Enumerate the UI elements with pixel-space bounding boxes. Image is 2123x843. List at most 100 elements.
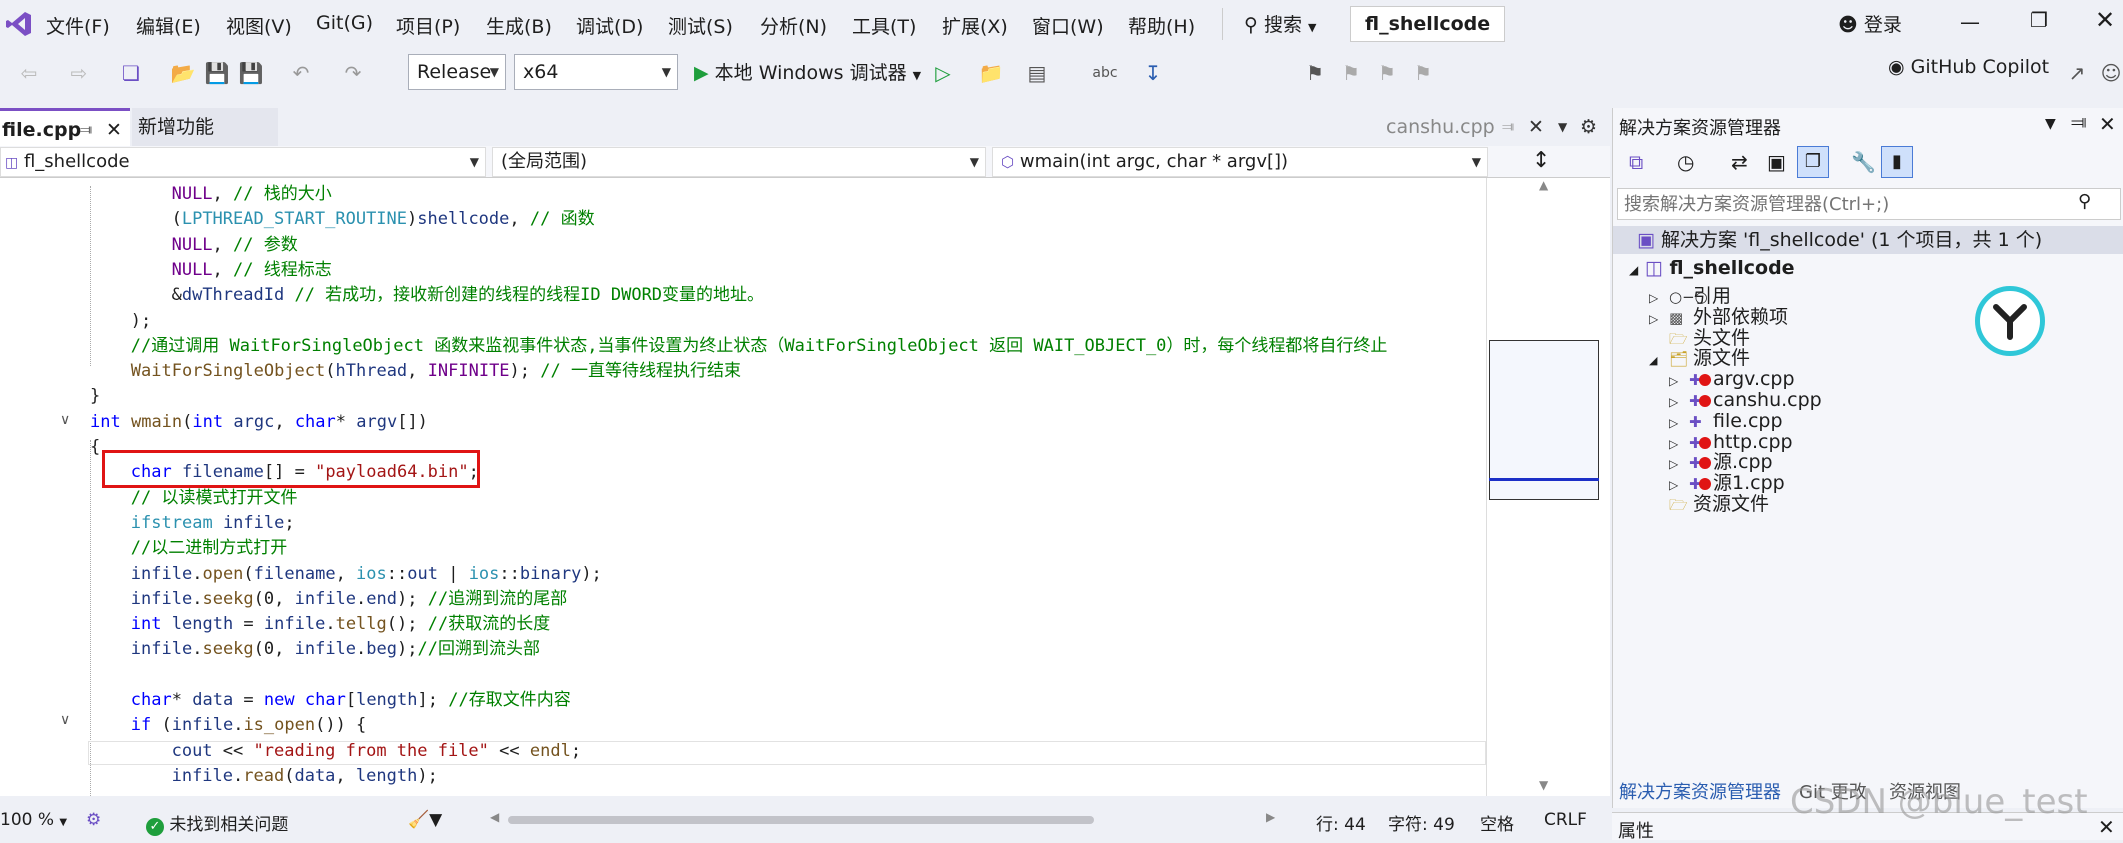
tab-canshu-cpp[interactable]: canshu.cpp ⫥ ✕ ▼ ⚙	[1380, 108, 1610, 146]
menu-item[interactable]: Git(G)	[316, 12, 373, 34]
project-node[interactable]: ◢ ◫ fl_shellcode	[1629, 254, 1795, 282]
panel-toolbar: ⧉ ◷ ⇄ ▣ ❐ 🔧 ▮	[1619, 146, 2119, 182]
forward-icon[interactable]: ⇨	[66, 60, 92, 86]
save-icon[interactable]: 💾	[204, 60, 230, 86]
menu-item[interactable]: 分析(N)	[760, 12, 827, 39]
scroll-left-icon[interactable]: ◀	[490, 810, 499, 824]
switch-views-icon[interactable]: ⧉	[1629, 150, 1643, 174]
vs-logo-icon[interactable]	[6, 10, 32, 38]
configuration-select[interactable]: Release ▼	[408, 54, 506, 90]
menu-item[interactable]: 文件(F)	[46, 12, 110, 39]
code-token: //获取流的长度	[427, 614, 551, 635]
close-icon[interactable]: ✕	[1528, 108, 1544, 146]
feedback-icon[interactable]: ☺	[2098, 60, 2123, 86]
solution-search-input[interactable]	[1618, 189, 2058, 219]
tree-item[interactable]: 🗁 资源文件	[1649, 490, 1769, 518]
pin-icon[interactable]: ⫥	[80, 111, 92, 149]
save-all-icon[interactable]: 💾	[238, 60, 264, 86]
code-cleanup-icon[interactable]: 🧹▼	[408, 810, 442, 830]
pin-icon[interactable]: ⫥	[2071, 112, 2087, 133]
minimap-viewport[interactable]	[1489, 340, 1599, 500]
copilot-button[interactable]: ◉ GitHub Copilot	[1888, 56, 2049, 78]
minimap-scrollbar[interactable]: ▲ ▼	[1486, 178, 1610, 796]
bookmark-icon[interactable]: ⚑	[1302, 60, 1328, 86]
issues-indicator[interactable]: ✓ 未找到相关问题	[146, 810, 288, 836]
panel-menu-icon[interactable]: ▼	[2045, 116, 2056, 132]
spaces-indicator[interactable]: 空格	[1480, 810, 1514, 835]
assistant-logo-icon[interactable]	[1975, 286, 2045, 356]
solution-search-box[interactable]: ⚲	[1617, 188, 2121, 220]
horizontal-scrollbar[interactable]: ◀ ▶	[490, 810, 1275, 828]
spell-check-icon[interactable]: abc	[1092, 60, 1118, 86]
search-icon[interactable]: ⚲	[2078, 191, 2091, 212]
split-editor-icon[interactable]: ↕	[1532, 148, 1550, 173]
menu-item[interactable]: 帮助(H)	[1128, 12, 1195, 39]
bookmark-next-icon[interactable]: ⚑	[1374, 60, 1400, 86]
code-token: // 若成功，接收新创建的线程的线程ID DWORD变量的地址。	[294, 285, 765, 306]
close-icon[interactable]: ✕	[2099, 112, 2116, 136]
chevron-down-icon[interactable]: ▼	[1558, 108, 1567, 146]
layout-icon[interactable]: ▤	[1024, 60, 1050, 86]
code-token: infile	[130, 563, 193, 584]
undo-icon[interactable]: ↶	[288, 60, 314, 86]
chevron-down-icon[interactable]: ◢	[1649, 347, 1669, 375]
properties-icon[interactable]: 🔧	[1851, 150, 1876, 174]
menu-item[interactable]: 项目(P)	[396, 12, 460, 39]
code-token: infile	[171, 765, 234, 786]
start-without-debugging-icon[interactable]: ▷	[930, 60, 956, 86]
close-window-button[interactable]: ✕	[2095, 6, 2115, 34]
collapse-all-icon[interactable]: ▣	[1767, 150, 1786, 174]
minimize-button[interactable]: —	[1960, 10, 1980, 34]
new-project-icon[interactable]: ❏	[118, 60, 144, 86]
close-icon[interactable]: ✕	[2098, 815, 2115, 839]
open-folder-icon[interactable]: 📂	[170, 60, 196, 86]
menu-item[interactable]: 调试(D)	[576, 12, 643, 39]
share-icon[interactable]: ↗	[2064, 60, 2090, 86]
scroll-down-icon[interactable]: ▼	[1539, 778, 1548, 792]
show-all-files-icon[interactable]: ❐	[1797, 146, 1829, 178]
menu-item[interactable]: 工具(T)	[852, 12, 916, 39]
history-icon[interactable]: ◷	[1677, 150, 1694, 174]
menu-item[interactable]: 编辑(E)	[136, 12, 201, 39]
search-button[interactable]: ⚲ 搜索 ▼	[1244, 10, 1317, 37]
tab-new-features[interactable]: 新增功能	[132, 108, 278, 146]
login-button[interactable]: ☻ 登录	[1838, 10, 1902, 37]
close-icon[interactable]: ✕	[106, 111, 122, 149]
nav-project-select[interactable]: ◫ fl_shellcode ▼	[0, 147, 486, 177]
char-indicator[interactable]: 字符: 49	[1388, 810, 1455, 835]
sync-icon[interactable]: ⇄	[1731, 150, 1748, 174]
solution-node[interactable]: ▣ 解决方案 'fl_shellcode' (1 个项目，共 1 个)	[1613, 226, 2123, 254]
back-icon[interactable]: ⇦	[16, 60, 42, 86]
menu-item[interactable]: 生成(B)	[486, 12, 552, 39]
code-token: // 参数	[233, 234, 298, 255]
nav-function-select[interactable]: ⬡ wmain(int argc, char * argv[]) ▼	[992, 147, 1488, 177]
zoom-select[interactable]: 100 % ▼	[0, 810, 67, 830]
tree-item-label: 资源文件	[1693, 493, 1770, 515]
preview-icon[interactable]: ▮	[1881, 146, 1913, 178]
platform-select[interactable]: x64 ▼	[514, 54, 678, 90]
find-in-files-icon[interactable]: 📁	[978, 60, 1004, 86]
redo-icon[interactable]: ↷	[340, 60, 366, 86]
pin-icon[interactable]: ⫥	[1502, 108, 1514, 146]
start-debugger-button[interactable]: ▶ 本地 Windows 调试器 ▼	[694, 58, 921, 85]
menu-item[interactable]: 视图(V)	[226, 12, 292, 39]
step-icon[interactable]: ↧	[1140, 60, 1166, 86]
bookmark-clear-icon[interactable]: ⚑	[1410, 60, 1436, 86]
tab-file-cpp[interactable]: file.cpp ⫥ ✕	[0, 108, 130, 146]
code-editor[interactable]: ∨ ∨ NULL, // 栈的大小 (LPTHREAD_START_ROUTINE…	[0, 178, 1486, 796]
restore-button[interactable]: ❐	[2030, 8, 2048, 32]
scroll-right-icon[interactable]: ▶	[1266, 810, 1275, 824]
eol-indicator[interactable]: CRLF	[1544, 810, 1587, 830]
intellicode-icon[interactable]: ⚙	[86, 810, 101, 830]
bookmark-prev-icon[interactable]: ⚑	[1338, 60, 1364, 86]
nav-scope-select[interactable]: (全局范围) ▼	[492, 147, 986, 177]
menu-item[interactable]: 测试(S)	[668, 12, 733, 39]
menu-item[interactable]: 扩展(X)	[942, 12, 1008, 39]
tab-solution-explorer[interactable]: 解决方案资源管理器	[1619, 778, 1781, 804]
scroll-up-icon[interactable]: ▲	[1539, 178, 1548, 192]
collapse-icon[interactable]: ∨	[60, 712, 70, 728]
gear-icon[interactable]: ⚙	[1580, 108, 1597, 146]
collapse-icon[interactable]: ∨	[60, 412, 70, 428]
line-indicator[interactable]: 行: 44	[1316, 810, 1366, 835]
menu-item[interactable]: 窗口(W)	[1032, 12, 1104, 39]
